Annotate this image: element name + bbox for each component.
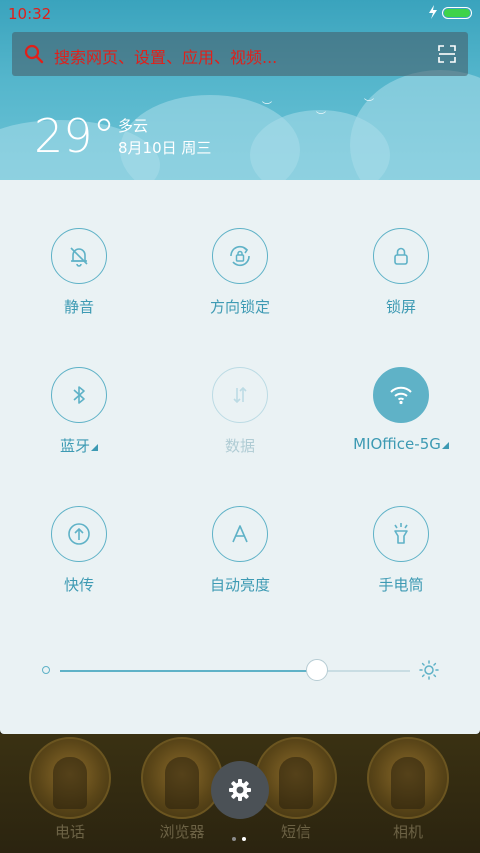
- rotation-lock-icon: [230, 245, 250, 267]
- weather-date: 8月10日 周三: [118, 139, 212, 157]
- toggle-circle[interactable]: [212, 506, 268, 562]
- toggle-rotation-lock[interactable]: 方向锁定: [170, 228, 310, 317]
- mobile-data-icon: [233, 386, 247, 404]
- dropdown-corner-icon: [91, 444, 98, 451]
- dropdown-corner-icon: [441, 442, 449, 449]
- toggle-auto-brightness[interactable]: 自动亮度: [170, 506, 310, 595]
- status-time: 10:32: [8, 5, 52, 23]
- toggle-circle[interactable]: [373, 506, 429, 562]
- toggle-label: MIOffice-5G: [331, 435, 471, 453]
- toggle-label: 方向锁定: [209, 298, 270, 316]
- toggle-label: 蓝牙: [9, 435, 149, 456]
- toggle-label: 数据: [224, 437, 255, 455]
- toggle-circle[interactable]: [51, 367, 107, 423]
- quick-share-icon: [68, 523, 90, 545]
- mute-bell-icon: [70, 247, 88, 267]
- toggle-label: 快传: [63, 576, 94, 594]
- toggle-label: 静音: [63, 298, 94, 316]
- dock-app-phone[interactable]: 电话: [25, 737, 115, 842]
- toggle-label: 手电筒: [378, 576, 424, 594]
- toggle-lock-screen[interactable]: 锁屏: [331, 228, 471, 317]
- wifi-icon: [390, 386, 412, 405]
- phone-app-icon: [29, 737, 111, 819]
- toggle-flashlight[interactable]: 手电筒: [331, 506, 471, 595]
- toggle-circle[interactable]: [51, 228, 107, 284]
- notification-header: ︶ ︶ ︶ 10:32 搜索网页、设置、应用、视频... 29° 多云 8月10…: [0, 0, 480, 180]
- toggle-label-text: MIOffice-5G: [353, 435, 441, 453]
- search-placeholder: 搜索网页、设置、应用、视频...: [54, 48, 278, 67]
- dock-app-camera[interactable]: 相机: [363, 737, 453, 842]
- lock-icon: [394, 247, 408, 265]
- battery-icon: [442, 7, 472, 19]
- camera-app-icon: [367, 737, 449, 819]
- quick-settings-panel: 静音 方向锁定 锁屏 蓝牙 数据 MIOffice-5G 快传 自动亮度 手电筒: [0, 180, 480, 734]
- toggle-mute[interactable]: 静音: [9, 228, 149, 317]
- toggle-quick-share[interactable]: 快传: [9, 506, 149, 595]
- flashlight-icon: [394, 523, 408, 544]
- brightness-low-icon: [42, 666, 50, 674]
- search-icon: [24, 44, 44, 64]
- dock-app-label: 短信: [280, 823, 311, 841]
- brightness-slider-fill: [60, 670, 318, 672]
- gear-icon: [229, 779, 251, 801]
- page-indicator: [232, 826, 252, 845]
- toggle-circle[interactable]: [373, 228, 429, 284]
- toggle-circle[interactable]: [212, 367, 268, 423]
- auto-brightness-icon: [232, 525, 248, 543]
- brightness-slider-thumb[interactable]: [306, 659, 329, 681]
- bird-decoration: ︶: [262, 102, 272, 113]
- toggle-label: 自动亮度: [209, 576, 270, 594]
- page-dot-active: [242, 837, 246, 841]
- dock-app-label: 相机: [392, 823, 423, 841]
- toggle-bluetooth[interactable]: 蓝牙: [9, 367, 149, 456]
- toggle-circle[interactable]: [373, 367, 429, 423]
- toggle-mobile-data[interactable]: 数据: [170, 367, 310, 456]
- settings-button[interactable]: [211, 761, 269, 819]
- weather-condition: 多云: [118, 117, 149, 135]
- bird-decoration: ︶: [316, 112, 326, 123]
- bluetooth-icon: [73, 386, 85, 404]
- toggle-circle[interactable]: [51, 506, 107, 562]
- scan-icon[interactable]: [438, 45, 456, 63]
- dock-app-label: 电话: [54, 823, 85, 841]
- toggle-circle[interactable]: [212, 228, 268, 284]
- browser-app-icon: [141, 737, 223, 819]
- bird-decoration: ︶: [364, 99, 374, 110]
- messages-app-icon: [255, 737, 337, 819]
- charging-icon: [429, 5, 437, 19]
- page-dot: [232, 837, 236, 841]
- toggle-label: 锁屏: [385, 298, 416, 316]
- brightness-high-icon: [419, 660, 439, 680]
- dock-app-label: 浏览器: [159, 823, 205, 841]
- toggle-wifi[interactable]: MIOffice-5G: [331, 367, 471, 453]
- search-bar[interactable]: 搜索网页、设置、应用、视频...: [12, 32, 468, 76]
- brightness-slider[interactable]: [60, 659, 410, 681]
- weather-temperature[interactable]: 29°: [34, 108, 116, 164]
- toggle-label-text: 蓝牙: [59, 437, 90, 455]
